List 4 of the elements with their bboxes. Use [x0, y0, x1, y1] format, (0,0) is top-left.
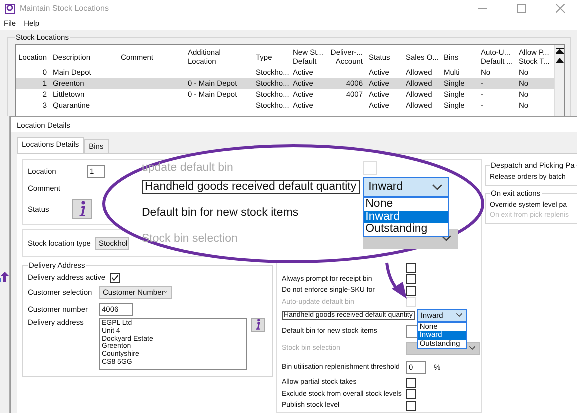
setting-label: Stock bin selection	[142, 232, 238, 244]
setting-label: Handheld goods received default quantity	[142, 180, 360, 194]
window-title: Maintain Stock Locations	[20, 4, 110, 13]
setting-label: Default bin for new stock items	[142, 206, 299, 218]
